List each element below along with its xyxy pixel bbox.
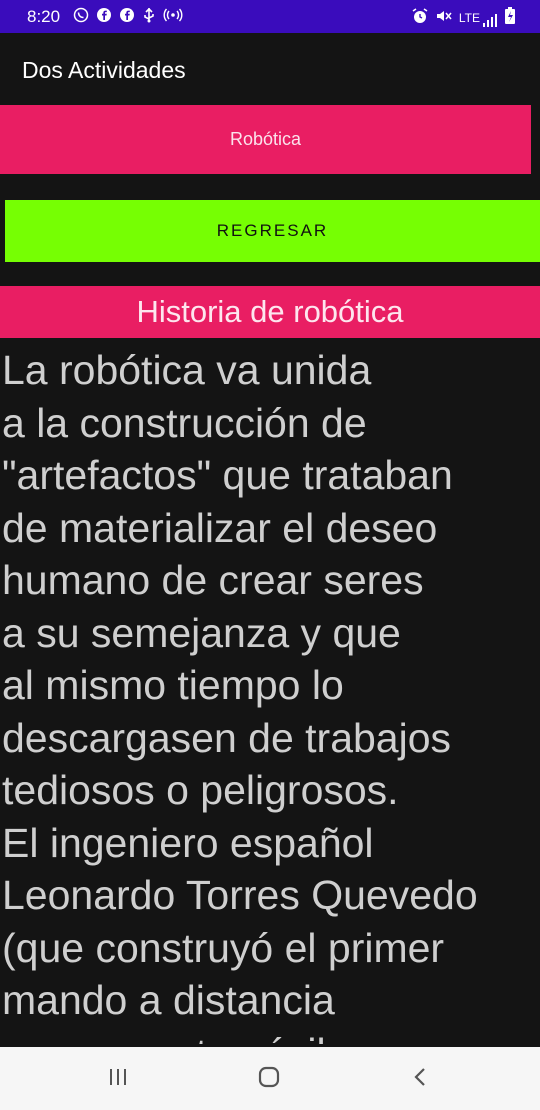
lte-signal-icon: LTE [459, 9, 498, 27]
facebook-icon [119, 7, 135, 26]
back-icon [412, 1066, 428, 1093]
status-right-icons: LTE [411, 7, 516, 29]
status-time: 8:20 [27, 7, 61, 26]
home-icon [257, 1066, 281, 1093]
body-line: a la construcción de [2, 399, 367, 446]
body-line: mando a distancia [2, 977, 335, 1023]
whatsapp-icon [73, 7, 89, 26]
body-text: La robótica va unida a la construcción de… [2, 344, 538, 1044]
body-line: "artefactos" que trataban [2, 452, 453, 498]
body-line: a su semejanza y que [2, 609, 401, 656]
body-line: para su automóvil [2, 1027, 538, 1045]
regresar-button[interactable]: REGRESAR [5, 200, 540, 262]
section-heading: Historia de robótica [0, 286, 540, 338]
body-line: Leonardo Torres Quevedo [2, 872, 478, 918]
network-label: LTE [458, 11, 480, 25]
body-line: al mismo tiempo lo [2, 662, 344, 708]
robotica-bar: Robótica [0, 105, 531, 174]
body-line: La robótica va unida [2, 347, 372, 393]
battery-icon [504, 7, 516, 29]
navigation-bar [0, 1047, 540, 1110]
usb-icon [142, 7, 156, 26]
body-line: El ingeniero español [2, 819, 374, 866]
mute-icon [435, 8, 453, 28]
back-button[interactable] [400, 1064, 440, 1094]
hotspot-icon [163, 7, 183, 26]
body-line: (que construyó el primer [2, 924, 445, 971]
recent-apps-icon [107, 1067, 129, 1092]
facebook-icon [96, 7, 112, 26]
recent-apps-button[interactable] [98, 1064, 138, 1094]
home-button[interactable] [249, 1064, 289, 1094]
app-title: Dos Actividades [22, 57, 186, 83]
status-bar: 8:20 LTE [0, 0, 540, 33]
body-line: humano de crear seres [2, 557, 424, 603]
robotica-label: Robótica [229, 129, 302, 149]
alarm-icon [411, 8, 429, 28]
body-line: descargasen de trabajos [2, 714, 452, 761]
body-line: de materializar el deseo [2, 504, 438, 551]
body-line: tediosos o peligrosos. [2, 767, 399, 813]
app-bar: Dos Actividades [0, 33, 540, 105]
section-title: Historia de robótica [136, 294, 404, 329]
status-left-icons [73, 7, 183, 26]
